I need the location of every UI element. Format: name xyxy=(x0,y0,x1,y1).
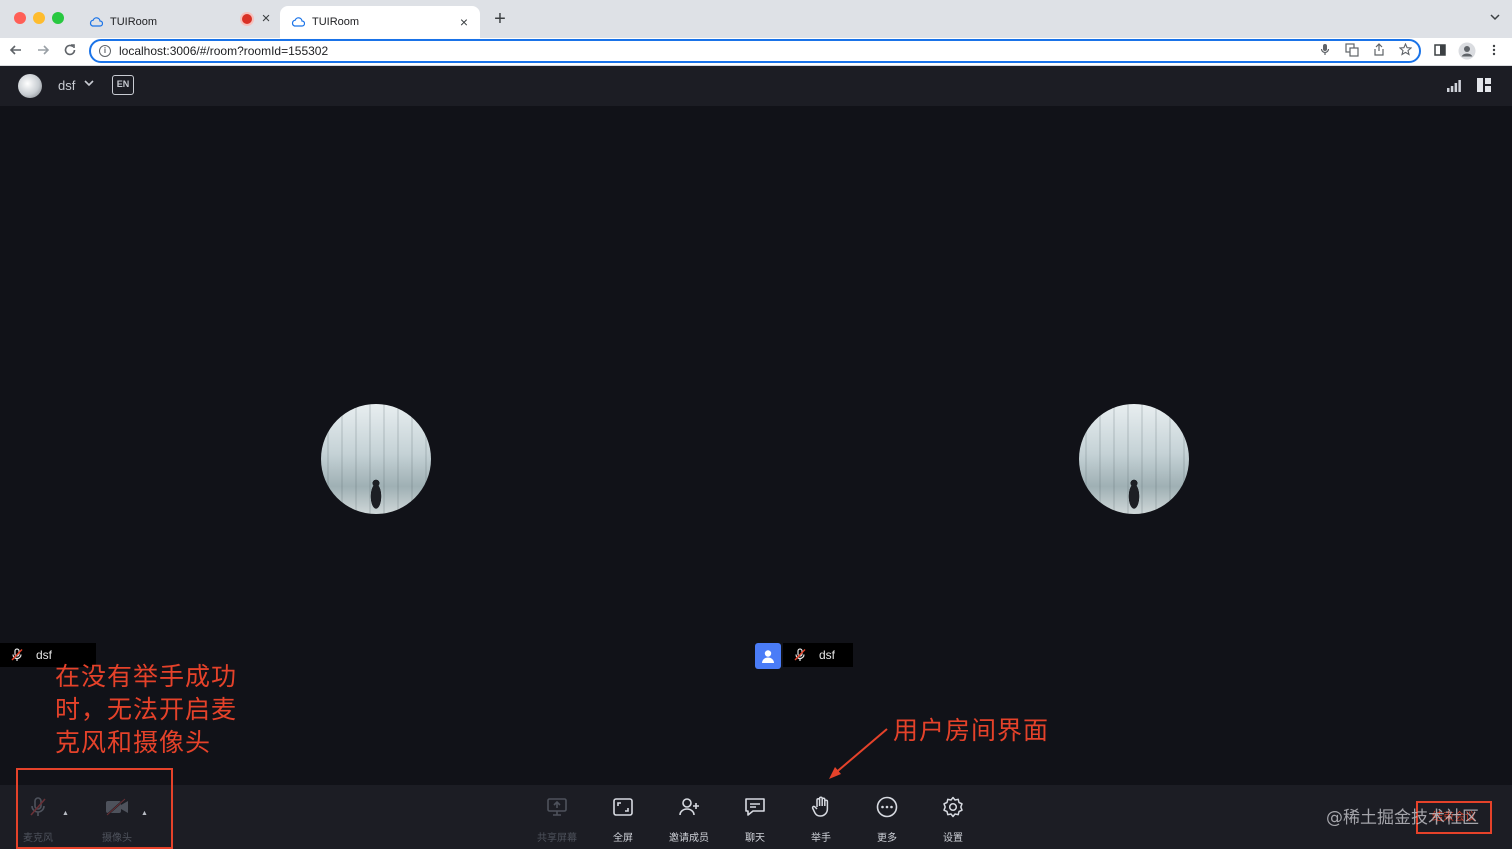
profile-icon[interactable] xyxy=(1457,42,1477,62)
control-bar: 麦克风 ▲ 摄像头 ▲ 共享屏幕 全屏 邀请成员 聊天 举手 更多 设置 xyxy=(0,785,1512,849)
participant-avatar xyxy=(321,404,431,514)
raise-hand-label: 举手 xyxy=(811,833,831,844)
participant-avatar xyxy=(1079,404,1189,514)
user-name[interactable]: dsf xyxy=(58,78,75,93)
back-icon[interactable] xyxy=(6,42,26,62)
kebab-menu-icon[interactable] xyxy=(1484,42,1504,62)
share-screen-button[interactable]: 共享屏幕 xyxy=(529,795,585,845)
fullscreen-button[interactable]: 全屏 xyxy=(595,795,651,845)
url-text[interactable]: localhost:3006/#/room?roomId=155302 xyxy=(119,44,328,58)
tab-close-icon[interactable]: × xyxy=(456,14,472,30)
chat-button[interactable]: 聊天 xyxy=(727,795,783,845)
tab-title: TUIRoom xyxy=(110,16,158,28)
annotation-note-right: 用户房间界面 xyxy=(893,716,1050,745)
tab-close-icon[interactable]: × xyxy=(256,9,276,29)
forward-icon[interactable] xyxy=(33,42,53,62)
invite-button[interactable]: 邀请成员 xyxy=(661,795,717,845)
add-user-icon xyxy=(677,795,701,819)
cloud-icon xyxy=(88,14,104,30)
window-close-dot[interactable] xyxy=(14,12,26,24)
mic-muted-icon xyxy=(793,648,807,662)
annotation-line: 克风和摄像头 xyxy=(55,728,212,757)
mic-muted-icon xyxy=(10,648,24,662)
video-tile[interactable]: dsf xyxy=(755,106,1512,785)
browser-tab-2[interactable]: TUIRoom × xyxy=(280,6,480,38)
translate-icon[interactable] xyxy=(1344,43,1359,58)
network-signal-icon xyxy=(1447,79,1461,92)
watermark: @稀土掘金技术社区 xyxy=(1326,808,1479,828)
chat-label: 聊天 xyxy=(745,833,765,844)
new-tab-button[interactable]: + xyxy=(490,9,510,29)
annotation-line: 时，无法开启麦 xyxy=(55,695,238,724)
participant-name: dsf xyxy=(36,648,53,662)
gear-icon xyxy=(941,795,965,819)
recording-icon xyxy=(242,14,252,24)
star-icon[interactable] xyxy=(1398,42,1413,58)
chevron-down-icon[interactable] xyxy=(84,79,94,90)
window-minimize-dot[interactable] xyxy=(33,12,45,24)
hand-icon xyxy=(809,795,833,819)
annotation-arrow xyxy=(829,728,888,779)
raise-hand-button[interactable]: 举手 xyxy=(793,795,849,845)
cloud-icon xyxy=(290,14,306,30)
share-screen-label: 共享屏幕 xyxy=(537,833,577,844)
fullscreen-label: 全屏 xyxy=(613,833,633,844)
screen-share-icon xyxy=(545,795,569,819)
layout-grid-icon[interactable] xyxy=(1477,78,1491,92)
language-switch-icon[interactable]: EN xyxy=(112,75,134,95)
chat-icon xyxy=(743,795,767,819)
settings-label: 设置 xyxy=(943,833,963,844)
fullscreen-icon xyxy=(611,795,635,819)
invite-label: 邀请成员 xyxy=(669,833,709,844)
info-icon[interactable]: i xyxy=(99,45,111,57)
browser-toolbar: i localhost:3006/#/room?roomId=155302 xyxy=(0,38,1512,66)
share-icon[interactable] xyxy=(1371,43,1386,58)
participant-name-tag: dsf xyxy=(783,643,853,667)
microphone-icon[interactable] xyxy=(1317,43,1332,58)
chevron-down-icon[interactable] xyxy=(1490,10,1500,24)
more-button[interactable]: 更多 xyxy=(859,795,915,845)
settings-button[interactable]: 设置 xyxy=(925,795,981,845)
side-panel-icon[interactable] xyxy=(1430,42,1450,62)
address-bar[interactable]: i localhost:3006/#/room?roomId=155302 xyxy=(89,39,1421,63)
user-icon xyxy=(755,643,781,669)
annotation-highlight-box xyxy=(16,768,173,849)
browser-tab-bar: TUIRoom × TUIRoom × + xyxy=(0,0,1512,38)
room-header: dsf EN xyxy=(0,66,1512,106)
more-label: 更多 xyxy=(877,833,897,844)
participant-name: dsf xyxy=(819,648,836,662)
reload-icon[interactable] xyxy=(60,42,80,62)
annotation-note-left: 在没有举手成功 时，无法开启麦 克风和摄像头 xyxy=(55,660,237,759)
annotation-line: 在没有举手成功 xyxy=(55,662,238,691)
window-zoom-dot[interactable] xyxy=(52,12,64,24)
tab-title: TUIRoom xyxy=(312,16,360,28)
avatar[interactable] xyxy=(18,74,42,98)
more-icon xyxy=(875,795,899,819)
